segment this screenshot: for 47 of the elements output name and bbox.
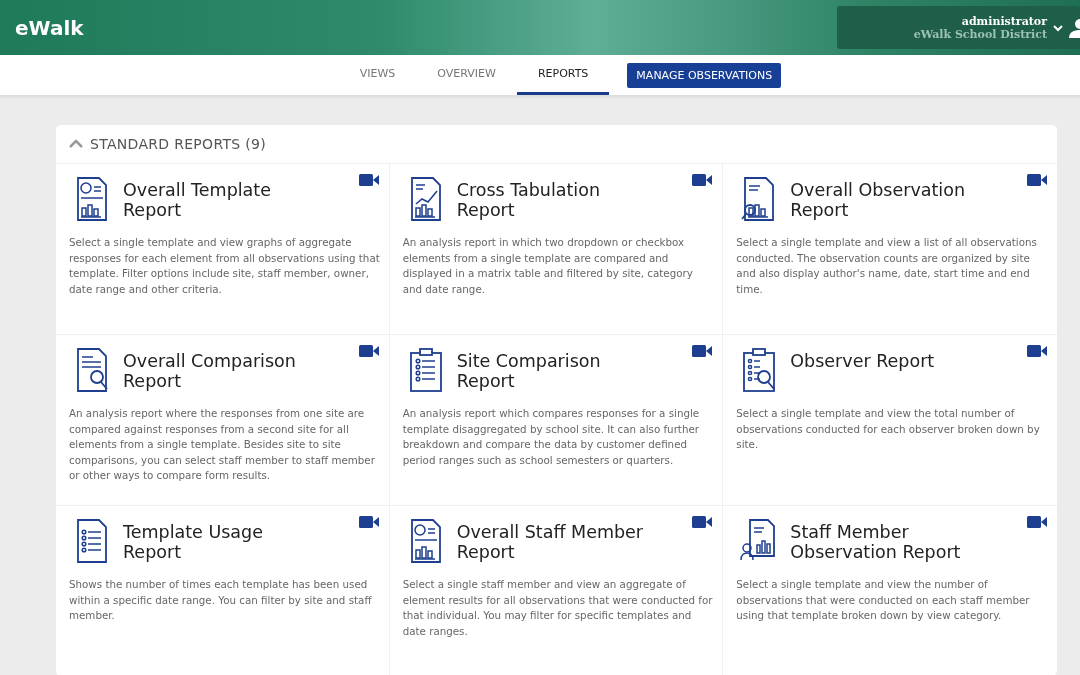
video-camera-icon[interactable] [692,345,713,357]
report-description: Select a single staff member and view an aggregate of element results for all observations that were conducted for that individual. You may filter for specific templates and date ranges. [402,577,714,639]
nav-tab[interactable]: REPORTS [516,55,610,95]
report-description: Select a single template and view graphs of aggregate responses for each element from all observations using that template. Filter options include site, staff member, owner, date range and other criteria. [69,235,381,297]
video-camera-icon[interactable] [358,516,379,528]
user-menu[interactable]: administrator eWalk School District [837,6,1080,49]
report-tile[interactable]: Template Usage Report Shows the number of times each template has been used within a specific date range. You can filter by site and staff member. [56,505,390,675]
report-title: Staff Member Observation Report [790,521,961,562]
video-camera-icon[interactable] [1027,174,1047,186]
report-description: An analysis report which compares responses for a single template disaggregated by school site. It can also further breakdown and compare the data by customer defined period ranges such as school semesters or quarters. [402,406,701,468]
report-description: Select a single template and view the total number of observations conducted for each observer broken down by site. [736,406,1041,452]
video-camera-icon[interactable] [692,516,713,528]
video-camera-icon[interactable] [358,345,379,357]
nav-tab[interactable]: OVERVIEW [416,55,517,95]
report-description: Select a single template and view the number of observations that were conducted on each staff member using that template broken down by view category. [736,577,1031,623]
report-tile[interactable] [56,163,390,334]
report-description: Shows the number of times each template has been used within a specific date range. You can filter by site and staff member. [69,577,373,623]
video-camera-icon[interactable] [692,174,713,186]
report-title: Cross Tabulation Report [456,179,600,220]
report-description: Select a single template and view a list of all observations conducted. The observation counts are organized by site and also display author's name, date, start time and end time. [736,235,1038,297]
report-title: Site Comparison Report [456,350,601,391]
report-title: Overall Staff Member Report [456,521,644,562]
report-tile[interactable] [56,334,390,505]
user-name: administrator [961,14,1047,28]
chevron-down-icon [1053,23,1063,32]
video-camera-icon[interactable] [1027,345,1047,357]
report-description: An analysis report in which two dropdown or checkbox elements from a single template are compared and displayed in a matrix table and filtered by site, category and date range. [402,235,694,297]
report-tile[interactable]: Cross Tabulation Report An analysis report in which two dropdown or checkbox elements from a single template are compared and displayed in a matrix table and filtered by site, category and date range. [389,163,724,334]
section-title: STANDARD REPORTS (9) [90,136,266,152]
report-tile[interactable]: Staff Member Observation Report Select a single template and view the number of observations that were conducted on each staff member using that template broken down by view category. [723,505,1057,675]
report-title: Overall Observation Report [790,179,965,220]
report-tile[interactable] [389,334,724,505]
chevron-up-icon[interactable] [69,139,83,149]
nav-tab[interactable]: VIEWS [338,55,417,95]
user-organization: eWalk School District [913,27,1047,41]
report-description: An analysis report where the responses from one site are compared against responses from a second site for all elements from a single template. Besides site to site comparisons, you can select staff member to staff member or other ways to compare form results. [69,406,376,483]
report-title: Template Usage Report [123,521,263,562]
manage-observations-button[interactable]: MANAGE OBSERVATIONS [627,62,782,88]
video-camera-icon[interactable] [1027,516,1047,528]
report-tile[interactable]: Observer Report Select a single template and view the total number of observations conducted for each observer broken down by site. [723,334,1057,505]
video-camera-icon[interactable] [358,174,379,186]
user-icon [1069,17,1080,38]
report-title: Observer Report [790,350,935,372]
report-tile[interactable] [389,505,724,675]
app-logo: eWalk [14,15,84,40]
report-title: Overall Comparison Report [123,350,296,391]
report-title: Overall Template Report [123,179,271,220]
